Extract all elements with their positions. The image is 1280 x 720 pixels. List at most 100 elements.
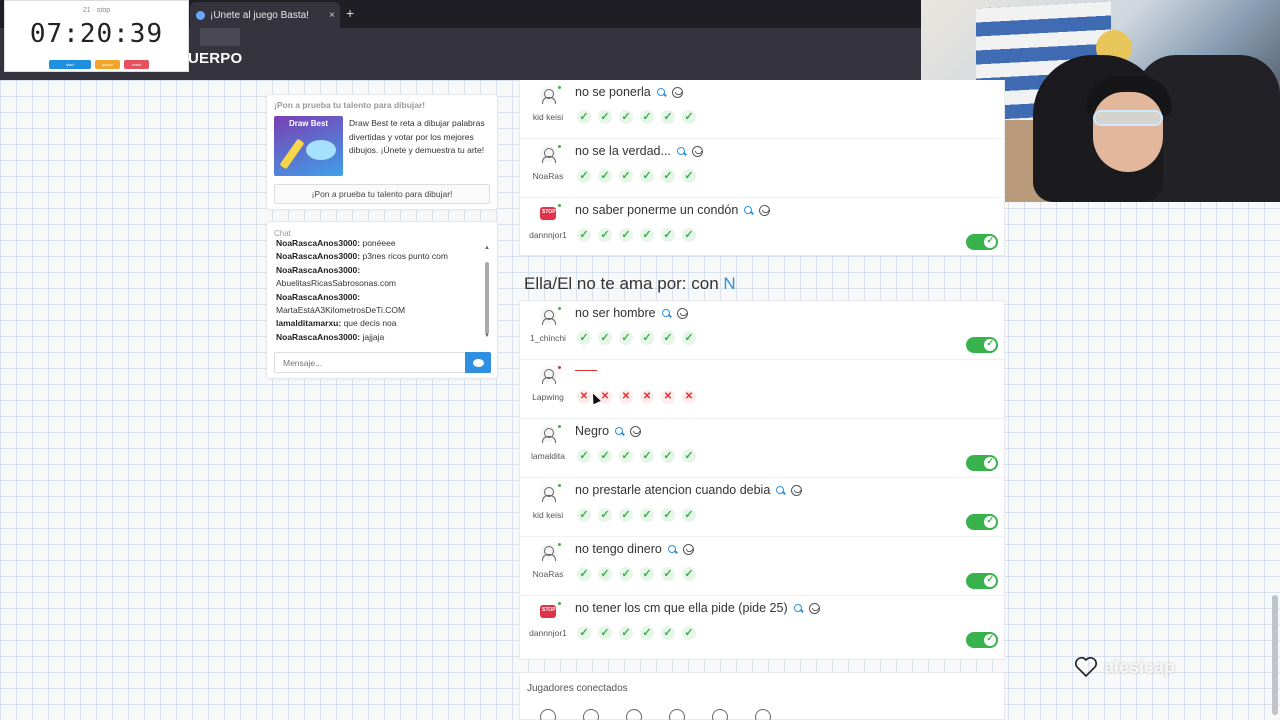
accept-toggle[interactable]: ✓ <box>966 573 998 589</box>
accept-toggle[interactable]: ✓ <box>966 455 998 471</box>
vote-accept-icon[interactable]: ✓ <box>619 169 633 183</box>
search-icon[interactable] <box>667 544 677 554</box>
connected-player-avatar-icon[interactable] <box>669 709 685 720</box>
new-tab-button[interactable]: + <box>346 6 354 20</box>
vote-accept-icon[interactable]: ✓ <box>682 169 696 183</box>
vote-accept-icon[interactable]: ✓ <box>619 110 633 124</box>
emoji-icon[interactable] <box>630 425 642 437</box>
chat-username[interactable]: NoaRascaAnos3000: <box>276 238 360 248</box>
vote-accept-icon[interactable]: ✓ <box>598 110 612 124</box>
vote-accept-icon[interactable]: ✓ <box>661 331 675 345</box>
emoji-icon[interactable] <box>691 145 703 157</box>
vote-accept-icon[interactable]: ✓ <box>619 331 633 345</box>
chat-log[interactable]: NoaRascaAnos3000: ponéeee NoaRascaAnos300… <box>276 237 484 343</box>
promo-image[interactable]: Draw Best <box>274 116 343 176</box>
connected-player-avatar-icon[interactable] <box>755 709 771 720</box>
vote-accept-icon[interactable]: ✓ <box>598 449 612 463</box>
vote-accept-icon[interactable]: ✓ <box>640 567 654 581</box>
connected-player-avatar-icon[interactable] <box>583 709 599 720</box>
emoji-icon[interactable] <box>808 602 820 614</box>
vote-accept-icon[interactable]: ✓ <box>661 110 675 124</box>
vote-accept-icon[interactable]: ✓ <box>577 567 591 581</box>
vote-accept-icon[interactable]: ✓ <box>598 331 612 345</box>
search-icon[interactable] <box>661 308 671 318</box>
connected-player-avatar-icon[interactable] <box>712 709 728 720</box>
vote-accept-icon[interactable]: ✓ <box>682 331 696 345</box>
accept-toggle[interactable]: ✓ <box>966 234 998 250</box>
vote-accept-icon[interactable]: ✓ <box>598 626 612 640</box>
timer-start-button[interactable]: start <box>49 60 91 69</box>
page-scroll-thumb[interactable] <box>1272 595 1278 715</box>
vote-accept-icon[interactable]: ✓ <box>682 228 696 242</box>
vote-accept-icon[interactable]: ✓ <box>577 169 591 183</box>
vote-reject-icon[interactable]: ✕ <box>661 390 675 404</box>
browser-tab-active[interactable]: ¡Únete al juego Basta! × <box>190 2 340 28</box>
vote-reject-icon[interactable]: ✕ <box>598 390 612 404</box>
emoji-icon[interactable] <box>682 543 694 555</box>
vote-accept-icon[interactable]: ✓ <box>682 449 696 463</box>
vote-accept-icon[interactable]: ✓ <box>577 228 591 242</box>
connected-player-avatar-icon[interactable] <box>626 709 642 720</box>
search-icon[interactable] <box>776 485 785 495</box>
emoji-icon[interactable] <box>676 307 688 319</box>
accept-toggle[interactable]: ✓ <box>966 337 998 353</box>
vote-accept-icon[interactable]: ✓ <box>640 626 654 640</box>
search-icon[interactable] <box>615 426 624 436</box>
timer-reset-button[interactable]: reset <box>124 60 149 69</box>
search-icon[interactable] <box>676 146 686 156</box>
search-icon[interactable] <box>744 205 753 215</box>
vote-accept-icon[interactable]: ✓ <box>577 626 591 640</box>
chat-username[interactable]: NoaRascaAnos3000: <box>276 332 360 342</box>
vote-accept-icon[interactable]: ✓ <box>640 331 654 345</box>
vote-accept-icon[interactable]: ✓ <box>577 449 591 463</box>
vote-accept-icon[interactable]: ✓ <box>640 449 654 463</box>
send-button[interactable] <box>465 352 491 373</box>
vote-accept-icon[interactable]: ✓ <box>640 169 654 183</box>
chat-username[interactable]: lamalditamarxu: <box>276 318 341 328</box>
vote-accept-icon[interactable]: ✓ <box>661 626 675 640</box>
vote-accept-icon[interactable]: ✓ <box>598 228 612 242</box>
vote-accept-icon[interactable]: ✓ <box>619 626 633 640</box>
vote-accept-icon[interactable]: ✓ <box>682 110 696 124</box>
vote-accept-icon[interactable]: ✓ <box>577 508 591 522</box>
vote-accept-icon[interactable]: ✓ <box>682 567 696 581</box>
vote-accept-icon[interactable]: ✓ <box>640 508 654 522</box>
vote-accept-icon[interactable]: ✓ <box>661 228 675 242</box>
timer-pause-button[interactable]: pause <box>95 60 120 69</box>
vote-accept-icon[interactable]: ✓ <box>619 228 633 242</box>
vote-reject-icon[interactable]: ✕ <box>577 390 591 404</box>
page-scrollbar[interactable] <box>1270 80 1280 720</box>
emoji-icon[interactable] <box>671 86 683 98</box>
chat-message-input[interactable] <box>274 352 466 373</box>
site-logo-text[interactable]: UERPO <box>188 50 242 67</box>
scroll-up-icon[interactable]: ▲ <box>484 245 490 251</box>
vote-accept-icon[interactable]: ✓ <box>598 169 612 183</box>
vote-accept-icon[interactable]: ✓ <box>661 508 675 522</box>
scroll-down-icon[interactable]: ▼ <box>484 333 490 339</box>
accept-toggle[interactable]: ✓ <box>966 632 998 648</box>
close-icon[interactable]: × <box>324 10 340 21</box>
vote-accept-icon[interactable]: ✓ <box>598 508 612 522</box>
chat-scroll-thumb[interactable] <box>485 262 489 334</box>
promo-button[interactable]: ¡Pon a prueba tu talento para dibujar! <box>274 184 490 204</box>
vote-accept-icon[interactable]: ✓ <box>682 626 696 640</box>
chat-username[interactable]: NoaRascaAnos3000: <box>276 265 360 275</box>
vote-accept-icon[interactable]: ✓ <box>598 567 612 581</box>
vote-accept-icon[interactable]: ✓ <box>619 567 633 581</box>
vote-reject-icon[interactable]: ✕ <box>619 390 633 404</box>
chat-username[interactable]: NoaRascaAnos3000: <box>276 251 360 261</box>
chat-scrollbar[interactable]: ▲ ▼ <box>484 245 490 342</box>
vote-accept-icon[interactable]: ✓ <box>640 110 654 124</box>
vote-reject-icon[interactable]: ✕ <box>640 390 654 404</box>
emoji-icon[interactable] <box>791 484 803 496</box>
vote-accept-icon[interactable]: ✓ <box>619 508 633 522</box>
vote-accept-icon[interactable]: ✓ <box>619 449 633 463</box>
accept-toggle[interactable]: ✓ <box>966 514 998 530</box>
search-icon[interactable] <box>793 603 803 613</box>
vote-accept-icon[interactable]: ✓ <box>577 331 591 345</box>
vote-accept-icon[interactable]: ✓ <box>682 508 696 522</box>
vote-accept-icon[interactable]: ✓ <box>577 110 591 124</box>
vote-reject-icon[interactable]: ✕ <box>682 390 696 404</box>
emoji-icon[interactable] <box>759 204 771 216</box>
vote-accept-icon[interactable]: ✓ <box>661 567 675 581</box>
